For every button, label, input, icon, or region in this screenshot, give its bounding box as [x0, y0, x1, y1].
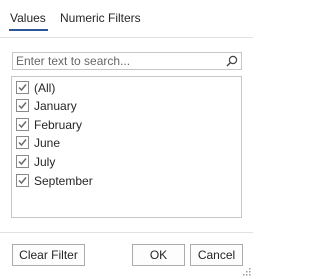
- checkbox[interactable]: [16, 99, 29, 112]
- list-item-february[interactable]: February: [16, 116, 236, 134]
- check-icon: [18, 158, 27, 166]
- list-item-label: (All): [34, 81, 56, 95]
- list-item-label: September: [34, 174, 93, 188]
- search-input[interactable]: [16, 53, 216, 69]
- list-item-label: July: [34, 155, 56, 169]
- list-item-all[interactable]: (All): [16, 79, 236, 97]
- filter-dropdown-panel: Values Numeric Filters (All) January: [0, 0, 253, 277]
- list-item-september[interactable]: September: [16, 172, 236, 190]
- active-tab-indicator: [9, 29, 48, 31]
- check-icon: [18, 177, 27, 185]
- list-item-label: January: [34, 99, 77, 113]
- search-icon[interactable]: [226, 55, 238, 67]
- search-box[interactable]: [12, 52, 242, 70]
- tab-numeric-filters[interactable]: Numeric Filters: [60, 9, 141, 27]
- tab-values[interactable]: Values: [10, 9, 46, 27]
- ok-button[interactable]: OK: [132, 244, 185, 266]
- list-item-label: June: [34, 136, 61, 150]
- check-icon: [18, 84, 27, 92]
- footer-divider: [0, 232, 253, 233]
- check-icon: [18, 102, 27, 110]
- check-icon: [18, 139, 27, 147]
- list-item-january[interactable]: January: [16, 97, 236, 115]
- list-item-june[interactable]: June: [16, 134, 236, 152]
- resize-grip-icon[interactable]: [241, 265, 251, 276]
- cancel-button[interactable]: Cancel: [190, 244, 243, 266]
- list-item-july[interactable]: July: [16, 153, 236, 171]
- list-item-label: February: [34, 118, 83, 132]
- values-list[interactable]: (All) January February June July Septemb…: [11, 76, 242, 218]
- checkbox[interactable]: [16, 174, 29, 187]
- checkbox[interactable]: [16, 118, 29, 131]
- check-icon: [18, 121, 27, 129]
- checkbox[interactable]: [16, 136, 29, 149]
- checkbox[interactable]: [16, 155, 29, 168]
- tab-divider: [0, 37, 253, 38]
- checkbox[interactable]: [16, 81, 29, 94]
- clear-filter-button[interactable]: Clear Filter: [12, 244, 85, 266]
